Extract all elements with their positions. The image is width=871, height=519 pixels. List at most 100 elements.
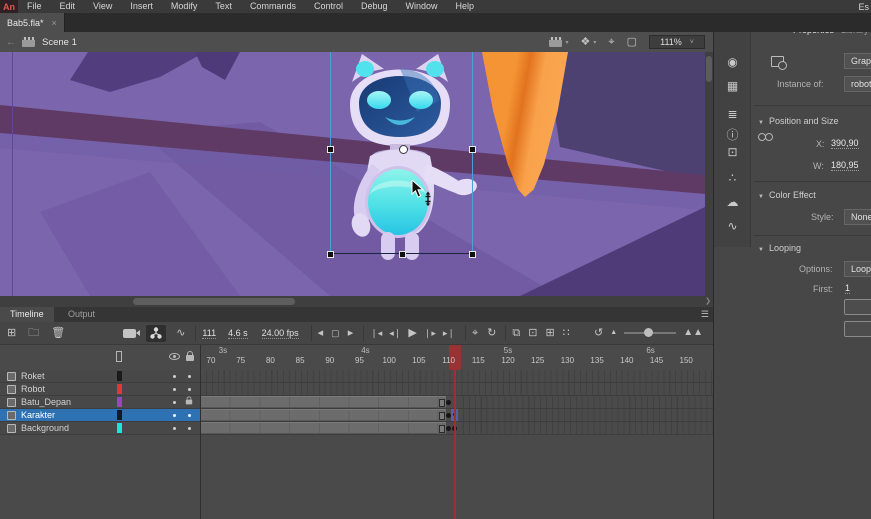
layer-color-swatch[interactable] <box>117 423 122 433</box>
go-to-last-frame-icon[interactable]: ▸❘ <box>443 327 455 339</box>
frame-span[interactable] <box>201 409 446 421</box>
layer-lock-dot[interactable] <box>188 414 191 417</box>
frame-span[interactable] <box>201 422 446 434</box>
layer-lock-dot[interactable] <box>188 375 191 378</box>
menu-item-control[interactable]: Control <box>305 0 352 13</box>
close-tab-icon[interactable]: × <box>52 18 57 28</box>
keyframe-dot[interactable] <box>446 400 451 405</box>
step-forward-icon[interactable]: ▸ <box>348 327 354 339</box>
menu-item-insert[interactable]: Insert <box>121 0 162 13</box>
menu-item-debug[interactable]: Debug <box>352 0 397 13</box>
frames-area[interactable]: 3s4s5s6s70758085909510010511011512012513… <box>200 345 713 519</box>
menu-item-view[interactable]: View <box>84 0 121 13</box>
modify-markers-icon[interactable]: ∷ <box>563 327 570 339</box>
transform-point[interactable] <box>399 145 408 154</box>
clip-content-icon[interactable]: ▢ <box>627 36 637 48</box>
empty-frames[interactable] <box>458 409 713 421</box>
document-tab[interactable]: Bab5.fla* × <box>0 13 65 32</box>
layer-color-swatch[interactable] <box>117 371 122 381</box>
motion-editor-icon[interactable]: ∿ <box>714 219 751 233</box>
first-frame-value[interactable]: 1 <box>845 283 850 294</box>
zoom-out-frames-icon[interactable]: ▲ <box>610 327 617 339</box>
loop-range-icon[interactable]: ▢ <box>331 327 340 339</box>
instance-name-field[interactable]: robot <box>844 76 871 92</box>
layer-color-swatch[interactable] <box>117 384 122 394</box>
layer-lock-dot[interactable] <box>188 427 191 430</box>
selection-handle-bottom-center[interactable] <box>399 251 406 258</box>
workspace-switcher[interactable]: Es <box>858 2 871 12</box>
frame-rate-indicator[interactable]: 24.00 fps <box>262 328 299 339</box>
link-width-height-icon[interactable] <box>758 133 772 141</box>
new-folder-icon[interactable]: 🗀 <box>28 327 39 339</box>
layer-visibility-dot[interactable] <box>173 401 176 404</box>
frame-row-roket[interactable] <box>201 370 713 383</box>
section-looping[interactable]: Looping <box>758 243 801 253</box>
zoom-level-dropdown[interactable]: 111% ˅ <box>649 35 705 49</box>
section-position-size[interactable]: Position and Size <box>758 116 839 126</box>
layer-visibility-dot[interactable] <box>173 375 176 378</box>
frame-row-batu_depan[interactable] <box>201 396 713 409</box>
new-layer-icon[interactable]: ⊞ <box>7 327 16 339</box>
stage-horizontal-scrollbar[interactable]: ❯ <box>0 296 713 307</box>
menu-item-commands[interactable]: Commands <box>241 0 305 13</box>
tab-timeline[interactable]: Timeline <box>0 307 54 322</box>
layer-visibility-dot[interactable] <box>173 388 176 391</box>
selection-handle-bottom-right[interactable] <box>469 251 476 258</box>
info-icon[interactable]: ⓘ <box>714 126 751 143</box>
layer-row-background[interactable]: Background <box>0 422 200 435</box>
lip-sync-button[interactable]: Lip S <box>844 321 871 337</box>
frame-span[interactable] <box>201 396 446 408</box>
onion-skin-icon[interactable]: ⧉ <box>512 327 520 339</box>
frame-row-background[interactable] <box>201 422 713 435</box>
next-frame-icon[interactable]: ❘▸ <box>424 327 436 339</box>
swatches-icon[interactable]: ▦ <box>714 79 751 93</box>
lock-icon[interactable] <box>186 355 194 361</box>
delete-layer-icon[interactable]: 🗑 <box>51 327 65 339</box>
section-color-effect[interactable]: Color Effect <box>758 190 816 200</box>
timeline-zoom-slider[interactable] <box>624 332 676 334</box>
empty-frames[interactable] <box>458 422 713 434</box>
use-frame-picker-button[interactable]: Use Fra <box>844 299 871 315</box>
layer-lock-dot[interactable] <box>188 388 191 391</box>
frame-row-robot[interactable] <box>201 383 713 396</box>
span-end-marker[interactable] <box>439 412 445 420</box>
center-playhead-icon[interactable]: ⌖ <box>472 327 478 339</box>
edit-symbols-icon[interactable]: ❖ <box>581 36 591 48</box>
current-frame-indicator[interactable]: 111 <box>202 328 216 339</box>
scroll-right-arrow-icon[interactable]: ❯ <box>705 297 711 305</box>
assets-icon[interactable]: ◉ <box>714 55 751 69</box>
layer-row-roket[interactable]: Roket <box>0 370 200 383</box>
layer-visibility-dot[interactable] <box>173 414 176 417</box>
selection-bounding-box[interactable] <box>330 52 473 254</box>
empty-frames[interactable] <box>458 396 713 408</box>
stage-vertical-scrollbar[interactable] <box>705 52 713 296</box>
layer-color-swatch[interactable] <box>117 397 122 407</box>
eye-icon[interactable] <box>169 353 180 360</box>
reset-timeline-zoom-icon[interactable]: ↺ <box>594 327 603 339</box>
menu-item-text[interactable]: Text <box>206 0 241 13</box>
previous-frame-icon[interactable]: ◂❘ <box>389 327 401 339</box>
menu-item-window[interactable]: Window <box>397 0 447 13</box>
menu-item-help[interactable]: Help <box>447 0 484 13</box>
play-icon[interactable]: ▶ <box>408 327 416 339</box>
layer-visibility-dot[interactable] <box>173 427 176 430</box>
layer-locked-icon[interactable] <box>186 399 192 404</box>
add-camera-icon[interactable] <box>123 329 136 338</box>
layer-row-karakter[interactable]: Karakter <box>0 409 200 422</box>
center-frame-icon[interactable]: ⌖ <box>608 36 614 48</box>
go-to-first-frame-icon[interactable]: ❘◂ <box>370 327 382 339</box>
keyframe-dot[interactable] <box>446 426 451 431</box>
menu-item-modify[interactable]: Modify <box>162 0 207 13</box>
x-value[interactable]: 390,90 <box>831 138 859 149</box>
span-end-marker[interactable] <box>439 425 445 433</box>
transform-icon[interactable]: ⊡ <box>714 145 751 159</box>
frame-row-karakter[interactable] <box>201 409 713 422</box>
style-dropdown[interactable]: None <box>844 209 871 225</box>
panel-menu-icon[interactable]: ☰ <box>701 309 709 320</box>
menu-item-file[interactable]: File <box>18 0 51 13</box>
advanced-layers-graph-icon[interactable]: ∿ <box>176 327 185 339</box>
zoom-slider-knob[interactable] <box>644 328 653 337</box>
layer-color-swatch[interactable] <box>117 410 122 420</box>
onion-skin-outlines-icon[interactable]: ⊡ <box>528 327 537 339</box>
tab-output[interactable]: Output <box>58 307 105 322</box>
